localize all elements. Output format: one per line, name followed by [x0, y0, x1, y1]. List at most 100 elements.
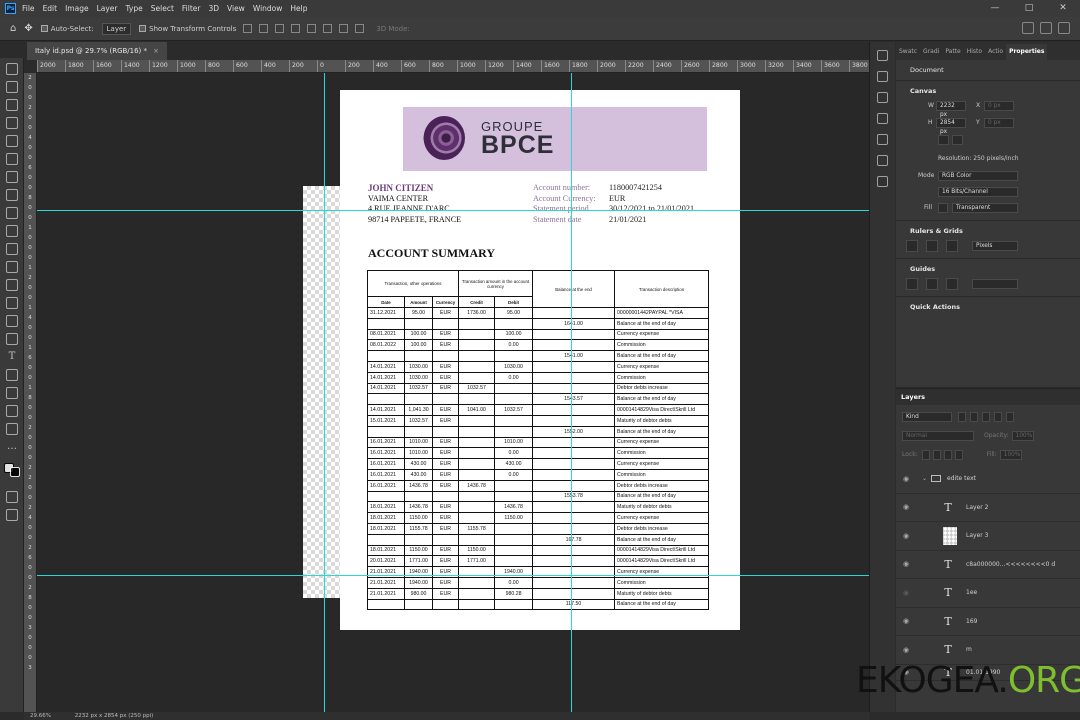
- guide-vertical[interactable]: [571, 73, 572, 712]
- tab-patterns[interactable]: Patte: [942, 44, 963, 60]
- maximize-button[interactable]: □: [1012, 0, 1046, 17]
- layer-name[interactable]: Layer 3: [966, 532, 988, 539]
- blur-tool-icon[interactable]: [6, 297, 18, 309]
- move-tool-icon[interactable]: ✥: [24, 23, 32, 34]
- menu-help[interactable]: Help: [290, 4, 307, 13]
- layer-name[interactable]: Layer 2: [966, 504, 988, 511]
- eye-icon[interactable]: ◉: [900, 646, 912, 654]
- pen-tool-icon[interactable]: [6, 333, 18, 345]
- menu-image[interactable]: Image: [65, 4, 89, 13]
- layer-name[interactable]: 1ee: [966, 589, 977, 596]
- adjustments-panel-icon[interactable]: [877, 92, 888, 103]
- auto-select-checkbox[interactable]: [40, 25, 48, 32]
- quick-mask-icon[interactable]: [6, 491, 18, 503]
- blend-mode-dropdown[interactable]: Normal: [902, 430, 974, 441]
- rulers-grids-title[interactable]: Rulers & Grids: [896, 221, 1080, 235]
- eye-icon[interactable]: ◉: [900, 532, 912, 540]
- 3d-panel-icon[interactable]: [877, 176, 888, 187]
- layer-row[interactable]: ◉ Layer 3: [896, 522, 1080, 551]
- distribute-vertical-icon[interactable]: [339, 24, 349, 33]
- vertical-ruler[interactable]: 2 0 0 2 0 0 4 0 0 6 0 0 8 0 0 1 0 0 0 1 2 0 0 1 4 0 0 1 6 0 0 1 8 0 0 2 0 0 0 2…: [24, 73, 37, 712]
- show-transform-option[interactable]: Show Transform Controls: [139, 25, 236, 33]
- quick-select-tool-icon[interactable]: [6, 117, 18, 129]
- guides-toggle-icon[interactable]: [906, 277, 918, 290]
- screen-mode-icon[interactable]: [6, 509, 18, 521]
- eyedropper-tool-icon[interactable]: [6, 171, 18, 183]
- menu-window[interactable]: Window: [253, 4, 283, 13]
- filter-pixel-icon[interactable]: [958, 411, 966, 422]
- close-tab-icon[interactable]: ×: [153, 47, 159, 55]
- align-center-icon[interactable]: [307, 24, 317, 33]
- lock-position-icon[interactable]: [943, 449, 952, 460]
- align-middle-icon[interactable]: [259, 24, 269, 33]
- layer-kind-dropdown[interactable]: Kind: [902, 411, 952, 422]
- glyphs-panel-icon[interactable]: [877, 155, 888, 166]
- filter-shape-icon[interactable]: [994, 411, 1002, 422]
- align-top-icon[interactable]: [243, 24, 253, 33]
- fill-swatch[interactable]: [938, 202, 948, 213]
- zoom-level[interactable]: 29.66%: [30, 713, 51, 719]
- opacity-field[interactable]: 100%: [1011, 430, 1034, 441]
- menu-view[interactable]: View: [227, 4, 245, 13]
- lock-pixels-icon[interactable]: [932, 449, 941, 460]
- menu-filter[interactable]: Filter: [182, 4, 201, 13]
- align-left-icon[interactable]: [291, 24, 301, 33]
- document-page[interactable]: GROUPE BPCE JOHN CITIZEN VAIMA CENTER 4 …: [340, 90, 740, 630]
- eye-icon[interactable]: ◉: [900, 503, 912, 511]
- collapse-panels-icon[interactable]: [877, 50, 888, 61]
- tab-actions[interactable]: Actio: [985, 44, 1006, 60]
- workspace-icon[interactable]: [1040, 22, 1052, 34]
- canvas-section-title[interactable]: Canvas: [896, 81, 1080, 95]
- clone-stamp-tool-icon[interactable]: [6, 225, 18, 237]
- search-icon[interactable]: [1022, 22, 1034, 34]
- width-field[interactable]: 2232 px: [936, 100, 966, 118]
- frame-tool-icon[interactable]: [6, 153, 18, 165]
- eye-icon[interactable]: ◉: [900, 617, 912, 625]
- expand-chevron-icon[interactable]: ⌄: [922, 475, 927, 482]
- smart-guides-icon[interactable]: [926, 277, 938, 290]
- lock-all-icon[interactable]: [954, 449, 963, 460]
- dodge-tool-icon[interactable]: [6, 315, 18, 327]
- document-tab[interactable]: Italy id.psd @ 29.7% (RGB/16) * ×: [27, 42, 167, 60]
- history-panel-icon[interactable]: [877, 71, 888, 82]
- align-right-icon[interactable]: [323, 24, 333, 33]
- tab-properties[interactable]: Properties: [1006, 44, 1048, 60]
- show-transform-checkbox[interactable]: [139, 25, 147, 32]
- menu-type[interactable]: Type: [126, 4, 143, 13]
- layer-row[interactable]: ◉ T c8a000000...<<<<<<<<0 d: [896, 551, 1080, 579]
- crop-tool-icon[interactable]: [6, 135, 18, 147]
- history-brush-tool-icon[interactable]: [6, 243, 18, 255]
- filter-type-icon[interactable]: [982, 411, 990, 422]
- guide-vertical[interactable]: [324, 73, 325, 712]
- gradient-tool-icon[interactable]: [6, 279, 18, 291]
- horizontal-ruler[interactable]: 2000 1800 1600 1400 1200 1000 800 600 400 200 0 200…: [37, 60, 869, 73]
- healing-brush-tool-icon[interactable]: [6, 189, 18, 201]
- layer-name[interactable]: c8a000000...<<<<<<<<0 d: [966, 561, 1055, 568]
- ruler-toggle-icon[interactable]: [906, 239, 918, 252]
- distribute-horizontal-icon[interactable]: [355, 24, 365, 33]
- home-icon[interactable]: ⌂: [10, 23, 16, 34]
- layer-name[interactable]: m: [966, 646, 972, 653]
- eye-icon[interactable]: ◉: [900, 560, 912, 568]
- tab-gradients[interactable]: Gradi: [920, 44, 942, 60]
- brush-tool-icon[interactable]: [6, 207, 18, 219]
- layer-row[interactable]: ◉ T 169: [896, 608, 1080, 636]
- photoshop-logo-icon[interactable]: Ps: [5, 3, 16, 14]
- x-field[interactable]: 0 px: [984, 100, 1014, 111]
- more-tools-icon[interactable]: …: [6, 441, 18, 453]
- marquee-tool-icon[interactable]: [6, 81, 18, 93]
- units-dropdown[interactable]: Pixels: [972, 240, 1018, 251]
- guide-horizontal[interactable]: [37, 575, 869, 576]
- layer-row[interactable]: ◉ T 1ee: [896, 579, 1080, 608]
- filter-adjustment-icon[interactable]: [970, 411, 978, 422]
- grid-toggle-icon[interactable]: [926, 239, 938, 252]
- quick-actions-title[interactable]: Quick Actions: [896, 297, 1080, 311]
- type-tool-icon[interactable]: T: [6, 351, 18, 363]
- fill-dropdown[interactable]: Transparent: [952, 202, 1018, 213]
- filter-smart-icon[interactable]: [1006, 411, 1014, 422]
- background-color-swatch[interactable]: [10, 467, 20, 477]
- eye-icon[interactable]: ◉: [900, 475, 912, 483]
- move-tool-icon[interactable]: [6, 63, 18, 75]
- character-panel-icon[interactable]: [877, 113, 888, 124]
- auto-select-dropdown[interactable]: Layer: [101, 22, 132, 35]
